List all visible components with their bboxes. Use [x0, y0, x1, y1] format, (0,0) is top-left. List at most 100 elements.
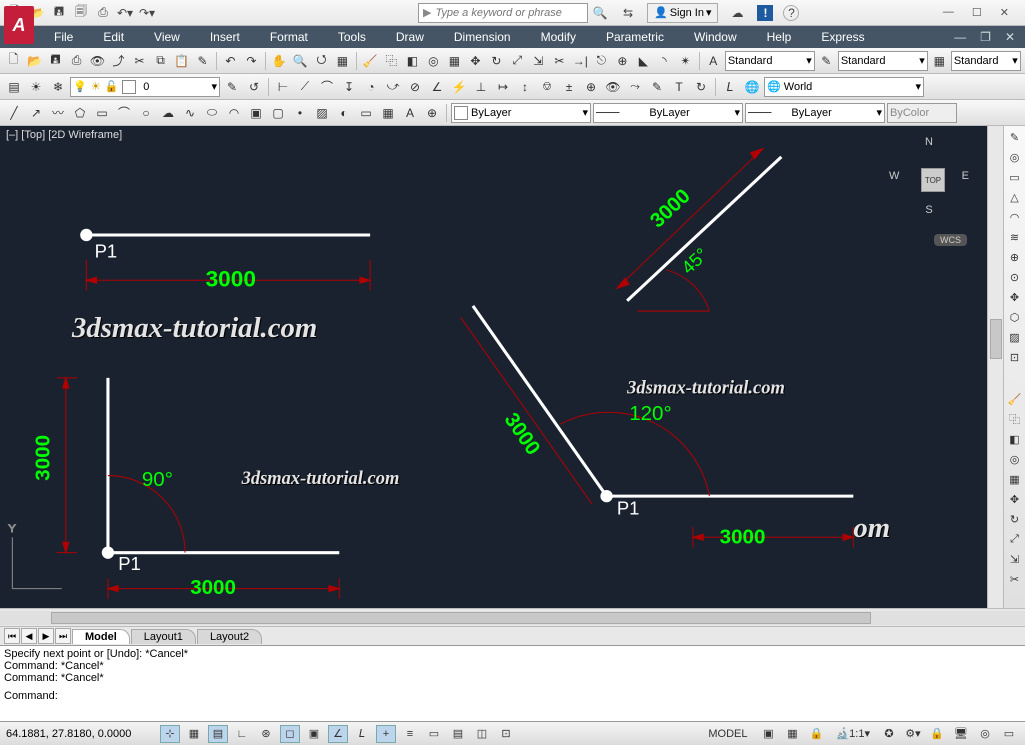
- menu-dimension[interactable]: Dimension: [440, 28, 525, 46]
- tb-fillet-icon[interactable]: ◝: [655, 51, 674, 71]
- window-close-icon[interactable]: ✕: [1000, 6, 1009, 19]
- dim-edit-icon[interactable]: ✎: [647, 77, 667, 97]
- draw-insert-icon[interactable]: ▣: [246, 103, 266, 123]
- mod-copy-icon[interactable]: ⿻: [1006, 410, 1024, 428]
- window-minimize-icon[interactable]: —: [943, 6, 954, 19]
- mod-rotate-icon[interactable]: ↻: [1006, 510, 1024, 528]
- sb-dyn-icon[interactable]: +: [376, 725, 396, 743]
- mod-offset-icon[interactable]: ◎: [1006, 450, 1024, 468]
- command-window[interactable]: Specify next point or [Undo]: *Cancel* C…: [0, 645, 1025, 721]
- dim-center-icon[interactable]: ⊕: [581, 77, 601, 97]
- dim-inspect-icon[interactable]: 👁: [603, 77, 623, 97]
- sb-quickview-icon[interactable]: ▦: [782, 725, 802, 743]
- dim-linear-icon[interactable]: ⊢: [273, 77, 293, 97]
- menu-window[interactable]: Window: [680, 28, 751, 46]
- cloud-icon[interactable]: ☁: [727, 3, 747, 23]
- tb-pan-icon[interactable]: ✋: [270, 51, 289, 71]
- horizontal-scrollbar[interactable]: [0, 611, 1025, 625]
- tb-array-icon[interactable]: ▦: [445, 51, 464, 71]
- nav-sect-icon[interactable]: ⊡: [1006, 348, 1024, 366]
- sb-snap-icon[interactable]: ▦: [184, 725, 204, 743]
- draw-point-icon[interactable]: •: [290, 103, 310, 123]
- scrollbar-thumb[interactable]: [51, 612, 871, 624]
- tb-textstyle-icon[interactable]: A: [704, 51, 723, 71]
- layer-states-icon[interactable]: ☀: [26, 77, 46, 97]
- layer-prop-icon[interactable]: ▤: [4, 77, 24, 97]
- help-icon[interactable]: ?: [783, 5, 799, 21]
- draw-mtext-icon[interactable]: A: [400, 103, 420, 123]
- draw-rect-icon[interactable]: ▭: [92, 103, 112, 123]
- draw-revcloud-icon[interactable]: ☁: [158, 103, 178, 123]
- qat-save-icon[interactable]: 🖪: [49, 3, 69, 23]
- tb-open-icon[interactable]: 📂: [25, 51, 44, 71]
- mod-move-icon[interactable]: ✥: [1006, 490, 1024, 508]
- sb-layout-icon[interactable]: ▣: [758, 725, 778, 743]
- ucs-world-icon[interactable]: 🌐: [742, 77, 762, 97]
- sb-isolate-icon[interactable]: ◎: [975, 725, 995, 743]
- tb-explode-icon[interactable]: ✴: [676, 51, 695, 71]
- tb-stretch-icon[interactable]: ⇲: [529, 51, 548, 71]
- lineweight-select[interactable]: ─── ByLayer ▾: [745, 103, 885, 123]
- draw-pline-icon[interactable]: 〰: [48, 103, 68, 123]
- text-style-select[interactable]: Standard▾: [725, 51, 815, 71]
- tb-dimstyle-icon[interactable]: ✎: [817, 51, 836, 71]
- signin-button[interactable]: 👤 Sign In ▾: [647, 3, 718, 23]
- tab-first-icon[interactable]: ⏮: [4, 628, 20, 644]
- doc-minimize-icon[interactable]: —: [954, 30, 966, 44]
- tab-model[interactable]: Model: [72, 629, 130, 644]
- info-icon[interactable]: !: [757, 5, 773, 21]
- cmd-prompt[interactable]: Command:: [4, 690, 1021, 702]
- menu-file[interactable]: File: [40, 28, 87, 46]
- ucs-select[interactable]: 🌐 World ▾: [764, 77, 924, 97]
- menu-edit[interactable]: Edit: [89, 28, 138, 46]
- tb-join-icon[interactable]: ⊕: [613, 51, 632, 71]
- nav-walk-icon[interactable]: ≋: [1006, 228, 1024, 246]
- draw-spline-icon[interactable]: ∿: [180, 103, 200, 123]
- sb-ortho-icon[interactable]: ∟: [232, 725, 252, 743]
- qat-redo-icon[interactable]: ↷▾: [137, 3, 157, 23]
- mod-array-icon[interactable]: ▦: [1006, 470, 1024, 488]
- table-style-select[interactable]: Standard▾: [951, 51, 1021, 71]
- dim-break-icon[interactable]: ⎊: [537, 77, 557, 97]
- qat-undo-icon[interactable]: ↶▾: [115, 3, 135, 23]
- dim-jogged-icon[interactable]: ⤻: [383, 77, 403, 97]
- sb-tpy-icon[interactable]: ▭: [424, 725, 444, 743]
- sb-model-button[interactable]: MODEL: [701, 725, 754, 743]
- menu-help[interactable]: Help: [753, 28, 806, 46]
- menu-parametric[interactable]: Parametric: [592, 28, 678, 46]
- dim-diameter-icon[interactable]: ⊘: [405, 77, 425, 97]
- tb-show-icon[interactable]: ▦: [333, 51, 352, 71]
- menu-format[interactable]: Format: [256, 28, 322, 46]
- dim-space-icon[interactable]: ↕: [515, 77, 535, 97]
- nav-wheel-icon[interactable]: ⬡: [1006, 308, 1024, 326]
- sb-ws-icon[interactable]: ⚙▾: [903, 725, 923, 743]
- draw-circle-icon[interactable]: ○: [136, 103, 156, 123]
- tb-extend-icon[interactable]: →|: [571, 51, 590, 71]
- search-box[interactable]: ▶: [418, 3, 588, 23]
- tb-redo-icon[interactable]: ↷: [242, 51, 261, 71]
- sb-hw-icon[interactable]: 🖥: [951, 725, 971, 743]
- dim-radius-icon[interactable]: ◔: [361, 77, 381, 97]
- draw-polygon-icon[interactable]: ⬠: [70, 103, 90, 123]
- menu-insert[interactable]: Insert: [196, 28, 254, 46]
- doc-close-icon[interactable]: ✕: [1005, 30, 1015, 44]
- menu-draw[interactable]: Draw: [382, 28, 438, 46]
- dim-tolerance-icon[interactable]: ±: [559, 77, 579, 97]
- dim-angular-icon[interactable]: ∠: [427, 77, 447, 97]
- doc-restore-icon[interactable]: ❐: [980, 30, 991, 44]
- mod-stretch-icon[interactable]: ⇲: [1006, 550, 1024, 568]
- vertical-scrollbar[interactable]: [987, 126, 1003, 608]
- dim-style-select[interactable]: Standard▾: [838, 51, 928, 71]
- ucs-icon[interactable]: 𝘓: [720, 77, 740, 97]
- draw-gradient-icon[interactable]: ◐: [334, 103, 354, 123]
- dim-arc-icon[interactable]: ⌒: [317, 77, 337, 97]
- layer-select[interactable]: 💡 ☀ 🔓 0 ▾: [70, 77, 220, 97]
- tb-break-icon[interactable]: ⎋: [592, 51, 611, 71]
- nav-move-icon[interactable]: ✥: [1006, 288, 1024, 306]
- linetype-select[interactable]: ─── ByLayer ▾: [593, 103, 743, 123]
- tb-copy-icon[interactable]: ⧉: [151, 51, 170, 71]
- sb-lwt-icon[interactable]: ≡: [400, 725, 420, 743]
- tb-save-icon[interactable]: 🖪: [46, 51, 65, 71]
- sb-scale-button[interactable]: 🔬 1:1▾: [830, 725, 875, 743]
- tab-last-icon[interactable]: ⏭: [55, 628, 71, 644]
